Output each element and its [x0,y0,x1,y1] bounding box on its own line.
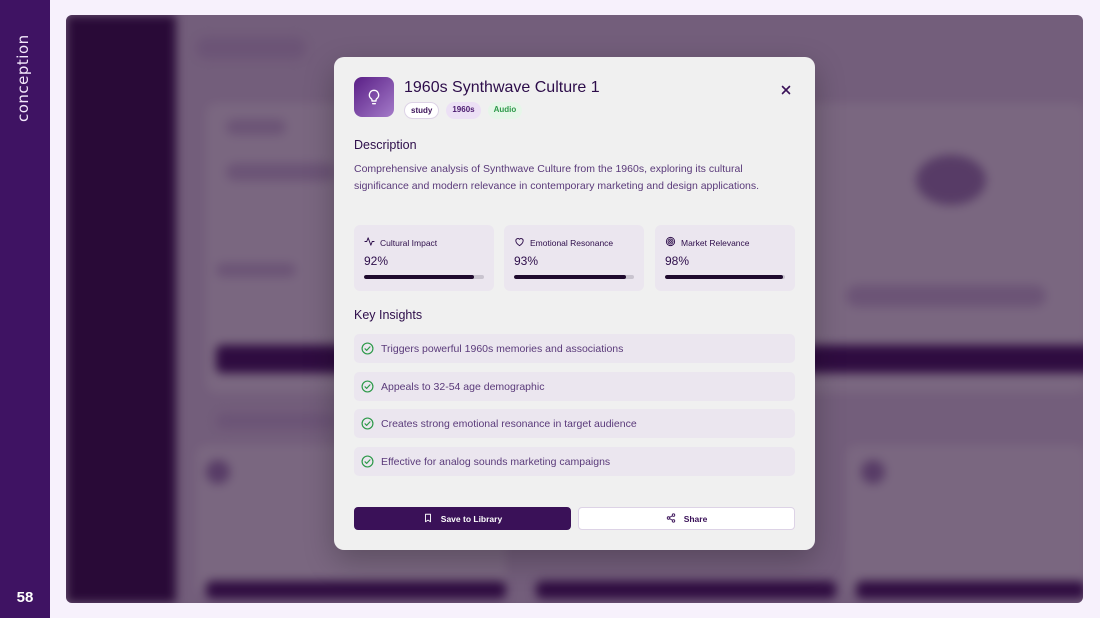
tag-list: study 1960s Audio [404,102,523,119]
modal-title: 1960s Synthwave Culture 1 [404,79,600,96]
insight-item: Triggers powerful 1960s memories and ass… [354,334,795,363]
insight-item: Appeals to 32-54 age demographic [354,372,795,401]
heart-icon [514,236,525,249]
tag-era: 1960s [446,102,481,119]
metric-progress-fill [364,275,475,279]
close-icon[interactable] [779,83,793,97]
metric-label: Emotional Resonance [530,237,614,248]
insight-item: Effective for analog sounds marketing ca… [354,447,795,476]
insight-modal: 1960s Synthwave Culture 1 study 1960s Au… [334,57,815,550]
page-number: 58 [16,589,34,606]
metric-cultural-impact: Cultural Impact 92% [354,225,494,291]
check-circle-icon [361,342,374,355]
tag-media: Audio [487,102,523,119]
metric-progress-fill [514,275,626,279]
section-label: conception [14,34,32,122]
tag-type: study [404,102,440,119]
save-to-library-button[interactable]: Save to Library [354,507,571,530]
metric-market-relevance: Market Relevance 98% [655,225,795,291]
save-button-label: Save to Library [440,513,503,524]
check-circle-icon [361,455,374,468]
metric-progress-fill [665,275,783,279]
metric-progress-bar [364,275,484,279]
target-icon [665,236,676,249]
share-button-label: Share [683,513,708,524]
insight-item: Creates strong emotional resonance in ta… [354,409,795,438]
metric-value: 92% [364,254,389,268]
metric-progress-bar [665,275,785,279]
activity-icon [364,236,375,249]
share-icon [666,512,676,525]
insight-text: Effective for analog sounds marketing ca… [381,455,611,468]
metric-emotional-resonance: Emotional Resonance 93% [504,225,644,291]
metric-label: Cultural Impact [380,237,438,248]
description-text: Comprehensive analysis of Synthwave Cult… [354,163,760,192]
share-button[interactable]: Share [578,507,795,530]
bookmark-icon [423,513,433,525]
insights-heading: Key Insights [354,308,423,322]
insight-text: Appeals to 32-54 age demographic [381,380,545,393]
insight-text: Creates strong emotional resonance in ta… [381,417,637,430]
check-circle-icon [361,417,374,430]
insight-text: Triggers powerful 1960s memories and ass… [381,342,624,355]
metric-progress-bar [514,275,634,279]
metric-label: Market Relevance [681,237,750,248]
metric-value: 98% [665,254,690,268]
metric-value: 93% [514,254,539,268]
check-circle-icon [361,380,374,393]
lightbulb-icon [354,77,394,117]
slide-rail: conception 58 [0,0,50,618]
description-heading: Description [354,138,417,152]
